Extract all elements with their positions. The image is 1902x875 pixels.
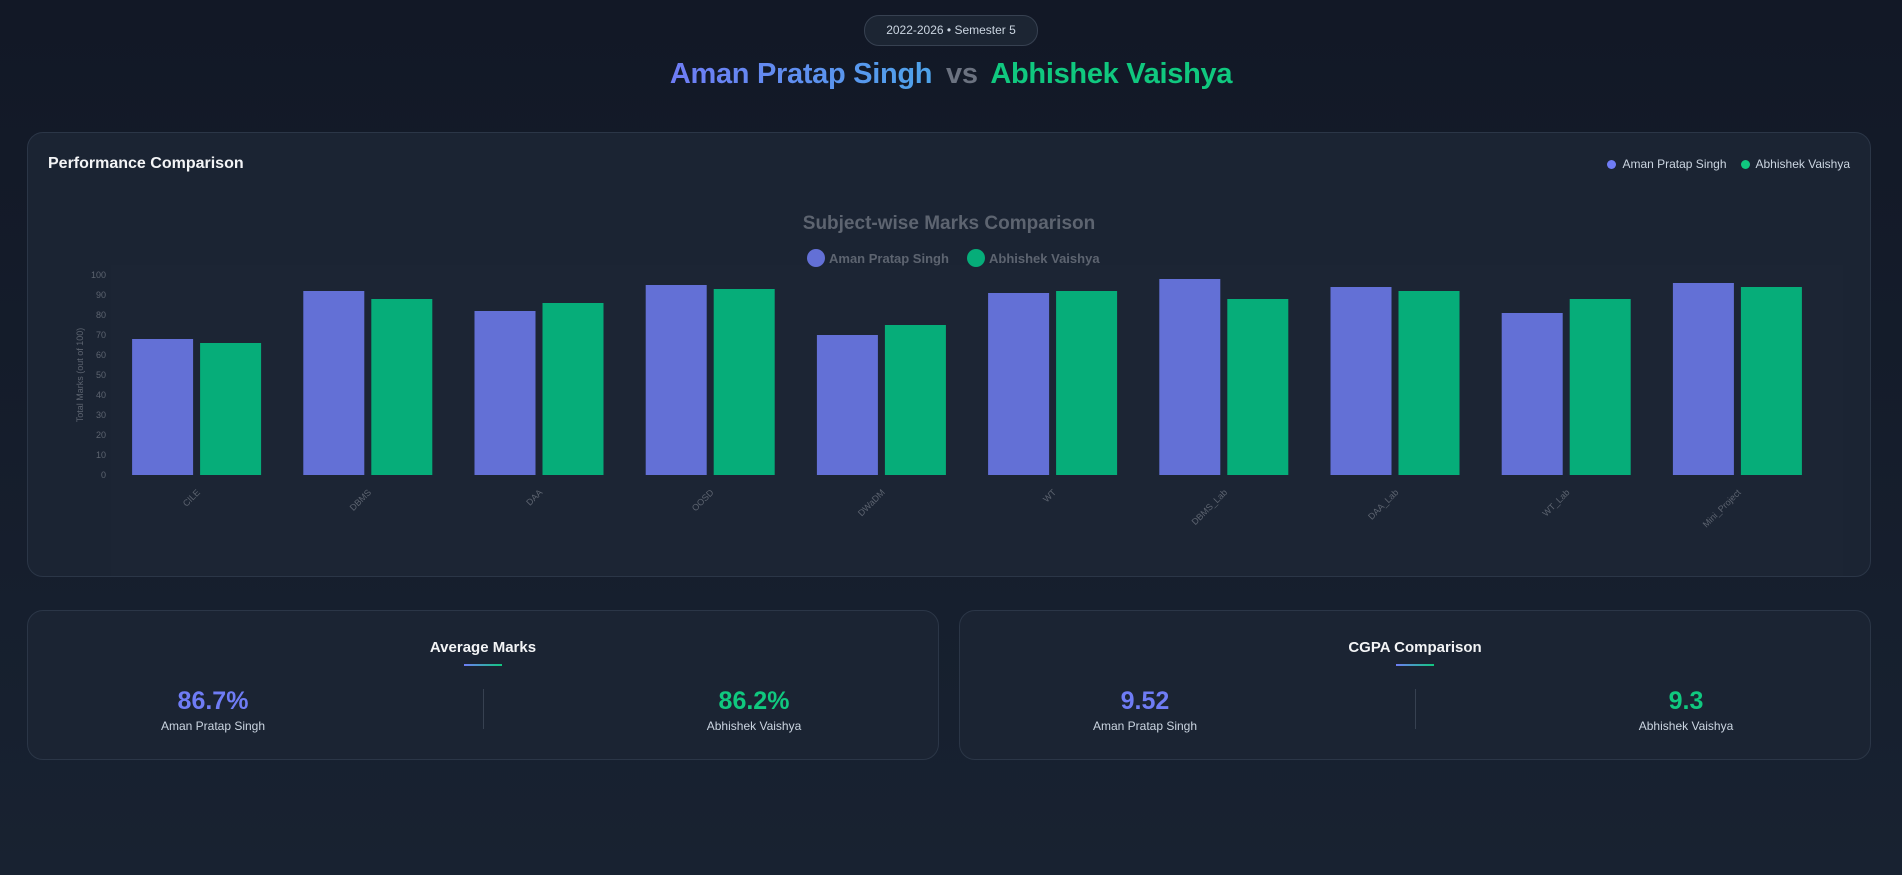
cgpa-title: CGPA Comparison [1348,639,1482,656]
marks-bar-chart: Subject-wise Marks Comparison Aman Pratap… [75,213,1843,576]
y-tick-label: 90 [96,290,106,300]
legend-label-1: Abhishek Vaishya [989,251,1100,266]
divider [1415,689,1416,729]
y-tick-label: 50 [96,370,106,380]
y-tick-label: 100 [91,270,106,280]
bar-cile-series-1 [132,339,194,475]
y-axis-label: Total Marks (out of 100) [75,328,85,423]
title-underline [1396,664,1434,666]
legend-label-0: Aman Pratap Singh [829,251,949,266]
average-marks-title: Average Marks [429,639,537,656]
cgpa-b-label: Abhishek Vaishya [1638,719,1734,733]
average-a-value: 86.7% [177,687,249,715]
chart-title: Subject-wise Marks Comparison [803,213,1095,234]
y-tick-label: 70 [96,330,106,340]
bar-daa-lab-series-2 [1398,291,1460,475]
page-title: Aman Pratap Singh vs Abhishek Vaishya [0,58,1902,91]
legend-swatch-0 [807,249,825,267]
legend-swatch-1 [967,249,985,267]
bar-oosd-series-1 [645,285,707,475]
y-tick-label: 10 [96,450,106,460]
average-b-value: 86.2% [718,687,790,715]
average-b-label: Abhishek Vaishya [706,719,802,733]
average-marks-card: Average Marks 86.7% Aman Pratap Singh 86… [27,610,939,760]
bar-daa-lab-series-1 [1330,287,1392,475]
cgpa-a-label: Aman Pratap Singh [1092,719,1198,733]
bar-dbms-series-2 [371,299,433,475]
cgpa-b-value: 9.3 [1668,687,1704,715]
divider [483,689,484,729]
student-a-name: Aman Pratap Singh [669,58,933,90]
bar-mini-project-series-2 [1740,287,1802,475]
average-a-label: Aman Pratap Singh [160,719,266,733]
bar-dwadm-series-1 [816,335,878,475]
bar-wt-lab-series-1 [1501,313,1563,475]
bar-mini-project-series-1 [1672,283,1734,475]
title-underline [464,664,502,666]
bar-daa-series-2 [542,303,604,475]
y-tick-label: 20 [96,430,106,440]
bar-wt-lab-series-2 [1569,299,1631,475]
bar-oosd-series-2 [713,289,775,475]
bar-dwadm-series-2 [884,325,946,475]
bar-wt-series-2 [1056,291,1118,475]
vs-label: vs [945,58,978,90]
bar-daa-series-1 [474,311,536,475]
y-tick-label: 30 [96,410,106,420]
bar-wt-series-1 [988,293,1050,475]
cgpa-a-value: 9.52 [1120,687,1170,715]
y-tick-label: 80 [96,310,106,320]
semester-badge: 2022-2026 • Semester 5 [864,15,1038,46]
y-tick-label: 40 [96,390,106,400]
student-b-name: Abhishek Vaishya [990,58,1233,90]
bar-cile-series-2 [200,343,262,475]
performance-card: Performance Comparison Aman Pratap Singh… [27,132,1871,577]
y-tick-label: 0 [101,470,106,480]
y-tick-label: 60 [96,350,106,360]
bar-dbms-lab-series-1 [1159,279,1221,475]
bar-dbms-series-1 [303,291,365,475]
bar-dbms-lab-series-2 [1227,299,1289,475]
cgpa-card: CGPA Comparison 9.52 Aman Pratap Singh 9… [959,610,1871,760]
